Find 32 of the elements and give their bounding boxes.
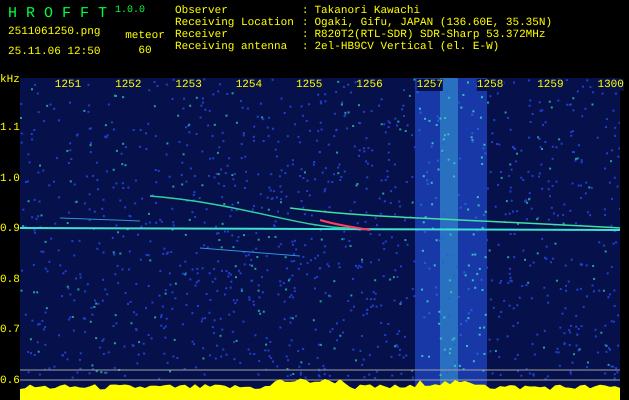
- y-axis-label: 1.1: [0, 122, 20, 134]
- info-colon: :: [302, 17, 308, 29]
- info-label: Observer: [175, 5, 229, 17]
- timestamp: 25.11.06 12:50: [8, 46, 102, 58]
- meteor-count: 60: [138, 45, 152, 57]
- y-axis-label: 0.9: [0, 223, 20, 236]
- app-version: 1.0.0: [115, 5, 146, 17]
- time-label: 1255: [296, 79, 322, 91]
- y-axis-label: 0.7: [0, 324, 20, 336]
- time-label: 1259: [537, 79, 564, 91]
- y-axis-label: 0.8: [0, 274, 20, 286]
- info-label: Receiver: [175, 29, 229, 41]
- time-label: 1300: [597, 79, 624, 91]
- info-colon: :: [302, 29, 308, 41]
- y-axis-unit: kHz: [0, 74, 20, 86]
- y-axis-label: 1.0: [0, 172, 20, 185]
- time-label: 1258: [476, 79, 504, 91]
- info-colon: :: [302, 5, 308, 17]
- file-name: 2511061250.png: [8, 26, 102, 38]
- info-label: Receiving Location: [175, 17, 295, 29]
- app-title: H R O F F T: [8, 5, 108, 23]
- info-value: 2el-HB9CV Vertical (el. E-W): [314, 41, 500, 53]
- y-axis-label: 0.6: [0, 375, 20, 387]
- info-value: Takanori Kawachi: [314, 5, 422, 17]
- info-value: R820T2(RTL-SDR) SDR-Sharp 53.372MHz: [314, 29, 546, 41]
- info-colon: :: [302, 41, 308, 53]
- meteor-label: meteor: [125, 30, 165, 42]
- info-value: Ogaki, Gifu, JAPAN (136.60E, 35.35N): [314, 17, 552, 29]
- info-label: Receiving antenna: [175, 41, 288, 53]
- time-label: 1257: [416, 79, 443, 91]
- time-label: 1251: [54, 79, 82, 91]
- time-label: 1253: [175, 79, 202, 91]
